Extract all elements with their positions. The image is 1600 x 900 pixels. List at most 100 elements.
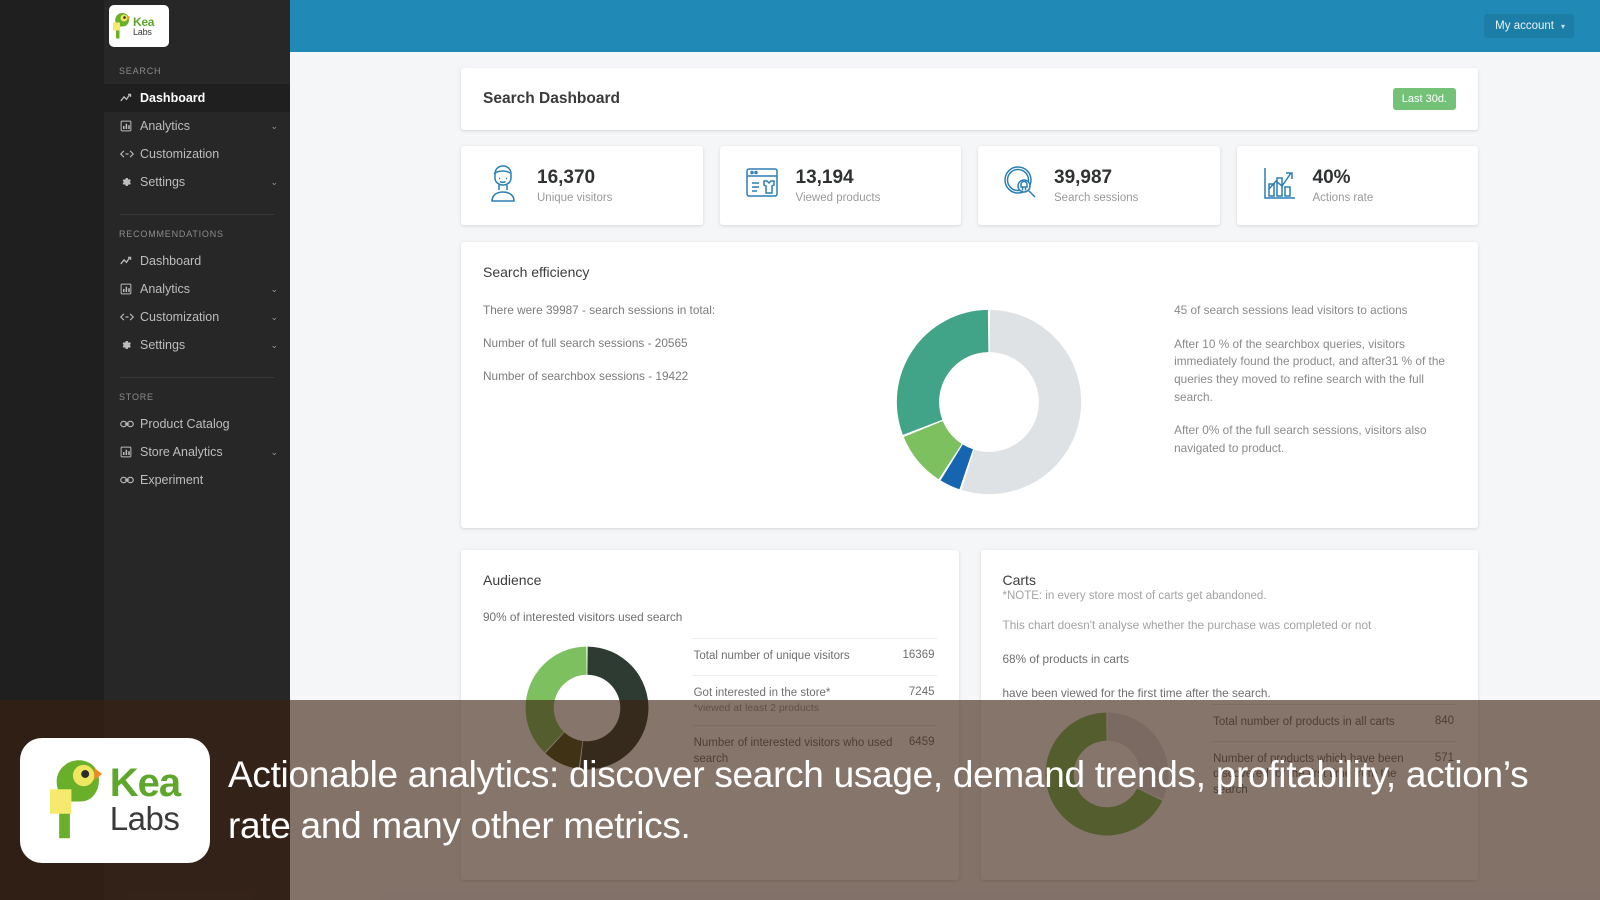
stat-card-viewed-products[interactable]: 13,194 Viewed products (720, 146, 962, 225)
link-icon (120, 475, 140, 485)
sidebar-nav: SEARCHDashboardAnalytics⌄CustomizationSe… (104, 52, 290, 494)
efficiency-line: After 0% of the full search sessions, vi… (1174, 422, 1456, 457)
sidebar-item-analytics[interactable]: Analytics⌄ (104, 112, 290, 140)
stat-card-actions-rate[interactable]: 40% Actions rate (1237, 146, 1479, 225)
chevron-down-icon: ⌄ (270, 121, 278, 132)
sidebar-item-dashboard[interactable]: Dashboard (104, 247, 290, 275)
logo-text-labs: Labs (133, 28, 154, 37)
sidebar-item-label: Product Catalog (140, 417, 278, 431)
stat-card-search-sessions[interactable]: 39,987 Search sessions (978, 146, 1220, 225)
stat-value: 13,194 (796, 167, 881, 190)
overlay-logo: Kea Labs (20, 738, 210, 863)
sidebar-item-dashboard[interactable]: Dashboard (104, 84, 290, 112)
carts-line-1: This chart doesn't analyse whether the p… (1003, 618, 1457, 632)
top-bar: My account ▾ (290, 0, 1600, 52)
chevron-down-icon: ⌄ (270, 177, 278, 188)
carts-line-3: have been viewed for the first time afte… (1003, 686, 1457, 700)
carts-note: *NOTE: in every store most of carts get … (1003, 590, 1457, 602)
period-badge[interactable]: Last 30d. (1393, 88, 1456, 110)
link-icon (120, 419, 140, 429)
stat-label: Viewed products (796, 192, 881, 204)
efficiency-line: Number of full search sessions - 20565 (483, 335, 814, 352)
search-efficiency-left-text: There were 39987 - search sessions in to… (483, 302, 814, 401)
sidebar-item-label: Analytics (140, 282, 270, 296)
sidebar-item-settings[interactable]: Settings⌄ (104, 168, 290, 196)
stat-value: 39,987 (1054, 167, 1138, 190)
page-title: Search Dashboard (483, 90, 620, 108)
stat-cards: 16,370 Unique visitors (461, 146, 1478, 225)
stat-card-unique-visitors[interactable]: 16,370 Unique visitors (461, 146, 703, 225)
sidebar-item-experiment[interactable]: Experiment (104, 466, 290, 494)
sidebar-item-store-analytics[interactable]: Store Analytics⌄ (104, 438, 290, 466)
promo-overlay: Kea Labs Actionable analytics: discover … (0, 700, 1600, 900)
search-efficiency-card: Search efficiency There were 39987 - sea… (461, 242, 1478, 528)
gear-icon (120, 176, 140, 188)
efficiency-line: After 10 % of the searchbox queries, vis… (1174, 336, 1456, 407)
stat-label: Actions rate (1313, 192, 1374, 204)
sidebar-item-label: Customization (140, 147, 278, 161)
row-value: 16369 (903, 649, 935, 665)
sidebar-section-title: RECOMMENDATIONS (104, 215, 290, 247)
magnifier-icon (1000, 162, 1040, 209)
chart-icon (120, 120, 140, 132)
logo-text-kea: Kea (133, 16, 154, 28)
sidebar-section-title: STORE (104, 378, 290, 410)
code-icon (120, 148, 140, 160)
overlay-message: Actionable analytics: discover search us… (228, 749, 1580, 851)
sidebar-item-settings[interactable]: Settings⌄ (104, 331, 290, 359)
user-icon (483, 162, 523, 209)
chevron-down-icon: ▾ (1561, 22, 1565, 31)
code-icon (120, 311, 140, 323)
table-row: Total number of unique visitors 16369 (692, 638, 937, 675)
sidebar-logo[interactable]: Kea Labs (104, 0, 290, 52)
my-account-label: My account (1495, 20, 1554, 32)
chevron-down-icon: ⌄ (270, 312, 278, 323)
browser-product-icon (742, 162, 782, 209)
donut-segment (897, 310, 989, 435)
row-label-main: Got interested in the store* (694, 687, 831, 699)
overlay-logo-kea: Kea (110, 764, 180, 803)
sidebar-item-product-catalog[interactable]: Product Catalog (104, 410, 290, 438)
sidebar-item-customization[interactable]: Customization (104, 140, 290, 168)
trend-icon (120, 255, 140, 268)
chevron-down-icon: ⌄ (270, 447, 278, 458)
sidebar-item-label: Settings (140, 175, 270, 189)
sidebar-item-label: Analytics (140, 119, 270, 133)
sidebar-item-label: Customization (140, 310, 270, 324)
search-efficiency-title: Search efficiency (483, 264, 1456, 280)
trend-icon (120, 92, 140, 105)
chevron-down-icon: ⌄ (270, 284, 278, 295)
sidebar-item-analytics[interactable]: Analytics⌄ (104, 275, 290, 303)
row-label: Total number of unique visitors (694, 649, 850, 665)
stat-label: Search sessions (1054, 192, 1138, 204)
stat-label: Unique visitors (537, 192, 612, 204)
efficiency-line: There were 39987 - search sessions in to… (483, 302, 814, 319)
sidebar-item-label: Dashboard (140, 254, 278, 268)
overlay-logo-labs: Labs (110, 803, 180, 835)
parrot-logo-icon (113, 11, 130, 41)
sidebar-item-customization[interactable]: Customization⌄ (104, 303, 290, 331)
sidebar-item-label: Store Analytics (140, 445, 270, 459)
sidebar-item-label: Dashboard (140, 91, 278, 105)
stat-value: 16,370 (537, 167, 612, 190)
chevron-down-icon: ⌄ (270, 340, 278, 351)
audience-title: Audience (483, 572, 937, 588)
gear-icon (120, 339, 140, 351)
stat-value: 40% (1313, 167, 1374, 190)
search-efficiency-right-text: 45 of search sessions lead visitors to a… (1164, 302, 1456, 474)
chart-icon (120, 283, 140, 295)
chart-icon (120, 446, 140, 458)
sidebar-item-label: Experiment (140, 473, 278, 487)
carts-title: Carts (1003, 572, 1457, 588)
sidebar-section-title: SEARCH (104, 52, 290, 84)
audience-subtitle: 90% of interested visitors used search (483, 610, 937, 624)
my-account-button[interactable]: My account ▾ (1484, 14, 1574, 38)
efficiency-line: Number of searchbox sessions - 19422 (483, 368, 814, 385)
dashboard-header-card: Search Dashboard Last 30d. (461, 68, 1478, 130)
parrot-logo-icon (50, 754, 102, 846)
bar-growth-icon (1259, 162, 1299, 209)
search-efficiency-donut-chart (814, 302, 1164, 502)
carts-line-2: 68% of products in carts (1003, 652, 1457, 666)
sidebar-item-label: Settings (140, 338, 270, 352)
efficiency-line: 45 of search sessions lead visitors to a… (1174, 302, 1456, 320)
